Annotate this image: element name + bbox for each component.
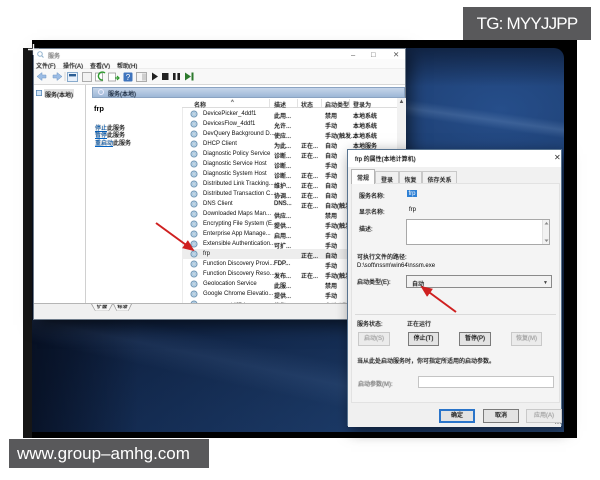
svg-text:?: ?	[126, 73, 131, 82]
